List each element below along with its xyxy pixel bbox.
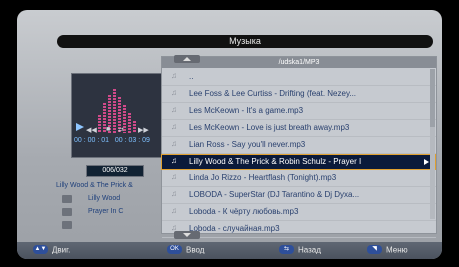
- music-file-icon: [171, 85, 183, 101]
- hint-enter-label: Ввод: [186, 245, 205, 255]
- file-row-selected[interactable]: Lilly Wood & The Prick & Robin Schulz - …: [161, 154, 436, 170]
- hint-move-label: Двиг.: [52, 245, 71, 255]
- track-counter: 006/032: [86, 165, 144, 177]
- repeat-icon[interactable]: ⇄: [118, 126, 124, 134]
- file-name: Lilly Wood & The Prick & Robin Schulz - …: [189, 157, 362, 166]
- back-key-icon: ⇆: [279, 245, 294, 255]
- track-info: Lilly Wood & The Prick & Lilly Wood Pray…: [54, 182, 164, 234]
- file-row[interactable]: ..: [162, 68, 436, 86]
- menu-key-icon: ◥: [367, 245, 382, 255]
- file-row[interactable]: Loboda - К чёрту любовь.mp3: [162, 203, 436, 221]
- hint-enter: OK Ввод: [167, 245, 205, 255]
- music-screen: Музыка ◀◀ ■ ⇄ ▶▶ 00 : 00 : 01 00: 03: …: [17, 10, 442, 259]
- file-name: Loboda - К чёрту любовь.mp3: [189, 207, 299, 216]
- elapsed-time: 00 : 00 : 01: [74, 137, 110, 144]
- file-name: LOBODA - SuperStar (DJ Tarantino & Dj Dy…: [189, 190, 360, 199]
- album-icon: [62, 208, 72, 216]
- ok-key-icon: OK: [167, 245, 182, 255]
- page-title: Музыка: [57, 35, 433, 48]
- artist-icon: [62, 195, 72, 203]
- time-readout: 00 : 00 : 01 00 : 03 : 09: [74, 137, 150, 144]
- path-bar: /udska1/MP3: [162, 55, 436, 68]
- file-row[interactable]: Les McKeown - It's a game.mp3: [162, 102, 436, 120]
- music-file-icon: [171, 102, 183, 118]
- file-row[interactable]: Loboda - случайная.mp3: [162, 220, 436, 238]
- info-title: Lilly Wood & The Prick &: [56, 182, 133, 189]
- duration-time: 00 : 03 : 09: [114, 137, 150, 144]
- hint-menu-label: Меню: [386, 245, 408, 255]
- file-name: Lian Ross - Say you'll never.mp3: [189, 140, 306, 149]
- parent-folder-icon: [171, 68, 183, 84]
- stop-icon[interactable]: ■: [106, 126, 110, 133]
- genre-icon: [62, 221, 72, 229]
- music-file-icon: [171, 203, 183, 219]
- info-album: Prayer In C: [88, 208, 124, 215]
- file-name: ..: [189, 72, 194, 81]
- file-browser: /udska1/MP3 .. Lee Foss & Lee Curtiss - D…: [161, 55, 437, 238]
- music-file-icon: [171, 169, 183, 185]
- file-list: .. Lee Foss & Lee Curtiss - Drifting (fea…: [161, 68, 436, 238]
- file-row[interactable]: Linda Jo Rizzo - Heartflash (Tonight).mp…: [162, 169, 436, 187]
- play-icon: [76, 123, 84, 131]
- music-file-icon: [171, 186, 183, 202]
- file-row[interactable]: LOBODA - SuperStar (DJ Tarantino & Dj Dy…: [162, 186, 436, 204]
- rewind-icon[interactable]: ◀◀: [86, 126, 97, 134]
- file-row[interactable]: Lee Foss & Lee Curtiss - Drifting (feat.…: [162, 85, 436, 103]
- file-name: Lee Foss & Lee Curtiss - Drifting (feat.…: [189, 89, 357, 98]
- music-file-icon: [171, 136, 183, 152]
- scroll-up-icon[interactable]: [174, 55, 200, 63]
- hint-back: ⇆ Назад: [279, 245, 321, 255]
- file-name: Les McKeown - Love is just breath away.m…: [189, 123, 350, 132]
- scroll-thumb[interactable]: [430, 69, 435, 127]
- forward-icon[interactable]: ▶▶: [138, 126, 149, 134]
- scroll-down-icon[interactable]: [174, 231, 200, 239]
- info-artist: Lilly Wood: [88, 195, 121, 202]
- updown-key-icon: ▲▼: [33, 245, 48, 255]
- hint-back-label: Назад: [298, 245, 321, 255]
- file-row[interactable]: Les McKeown - Love is just breath away.m…: [162, 119, 436, 137]
- file-name: Linda Jo Rizzo - Heartflash (Tonight).mp…: [189, 173, 337, 182]
- music-file-icon: [171, 154, 183, 168]
- current-path: /udska1/MP3: [278, 59, 320, 66]
- footer-hints: ▲▼ Двиг. OK Ввод ⇆ Назад ◥ Меню: [17, 242, 442, 259]
- audio-visualizer: ◀◀ ■ ⇄ ▶▶ 00 : 00 : 01 00 : 03 : 09: [71, 73, 173, 158]
- file-name: Les McKeown - It's a game.mp3: [189, 106, 304, 115]
- scrollbar[interactable]: [430, 69, 435, 219]
- music-file-icon: [171, 119, 183, 135]
- hint-menu: ◥ Меню: [367, 245, 408, 255]
- file-row[interactable]: Lian Ross - Say you'll never.mp3: [162, 136, 436, 154]
- file-name: Loboda - случайная.mp3: [189, 224, 280, 233]
- play-arrow-icon: [424, 159, 429, 165]
- hint-move: ▲▼ Двиг.: [33, 245, 71, 255]
